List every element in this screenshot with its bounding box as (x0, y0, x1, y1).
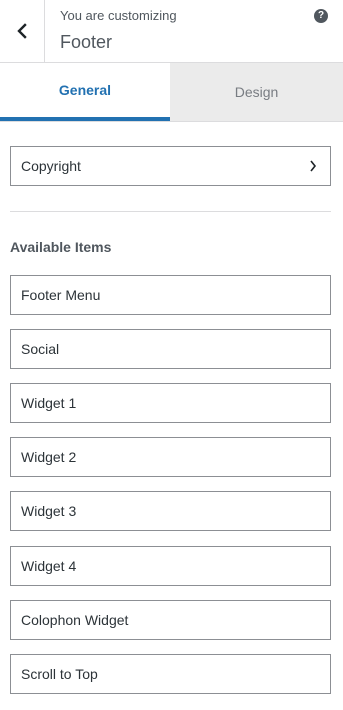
section-title: Footer (60, 32, 113, 52)
available-item-social[interactable]: Social (10, 329, 331, 369)
tab-design[interactable]: Design (170, 63, 343, 121)
available-item-label: Widget 2 (21, 449, 77, 465)
copyright-item[interactable]: Copyright (10, 146, 331, 186)
copyright-label: Copyright (21, 158, 81, 174)
chevron-right-icon (310, 160, 317, 172)
customizing-label: You are customizing (60, 8, 177, 23)
available-item-scroll-to-top[interactable]: Scroll to Top (10, 654, 331, 694)
available-item-label: Colophon Widget (21, 612, 129, 628)
available-item-label: Widget 3 (21, 503, 77, 519)
help-icon[interactable]: ? (314, 9, 328, 23)
available-items-heading: Available Items (10, 239, 112, 255)
available-item-label: Social (21, 341, 60, 357)
available-item-widget-3[interactable]: Widget 3 (10, 491, 331, 531)
available-item-label: Scroll to Top (21, 666, 98, 682)
available-item-label: Widget 4 (21, 558, 77, 574)
available-item-label: Widget 1 (21, 395, 77, 411)
available-item-footer-menu[interactable]: Footer Menu (10, 275, 331, 315)
available-item-label: Footer Menu (21, 287, 101, 303)
available-item-widget-1[interactable]: Widget 1 (10, 383, 331, 423)
panel-tabs: General Design (0, 63, 343, 122)
customizer-header: You are customizing Footer ? (0, 0, 343, 63)
tab-general[interactable]: General (0, 63, 170, 121)
available-item-colophon-widget[interactable]: Colophon Widget (10, 600, 331, 640)
divider (10, 211, 331, 212)
available-item-widget-4[interactable]: Widget 4 (10, 546, 331, 586)
available-item-widget-2[interactable]: Widget 2 (10, 437, 331, 477)
back-button[interactable] (0, 0, 45, 62)
chevron-left-icon (17, 23, 27, 39)
